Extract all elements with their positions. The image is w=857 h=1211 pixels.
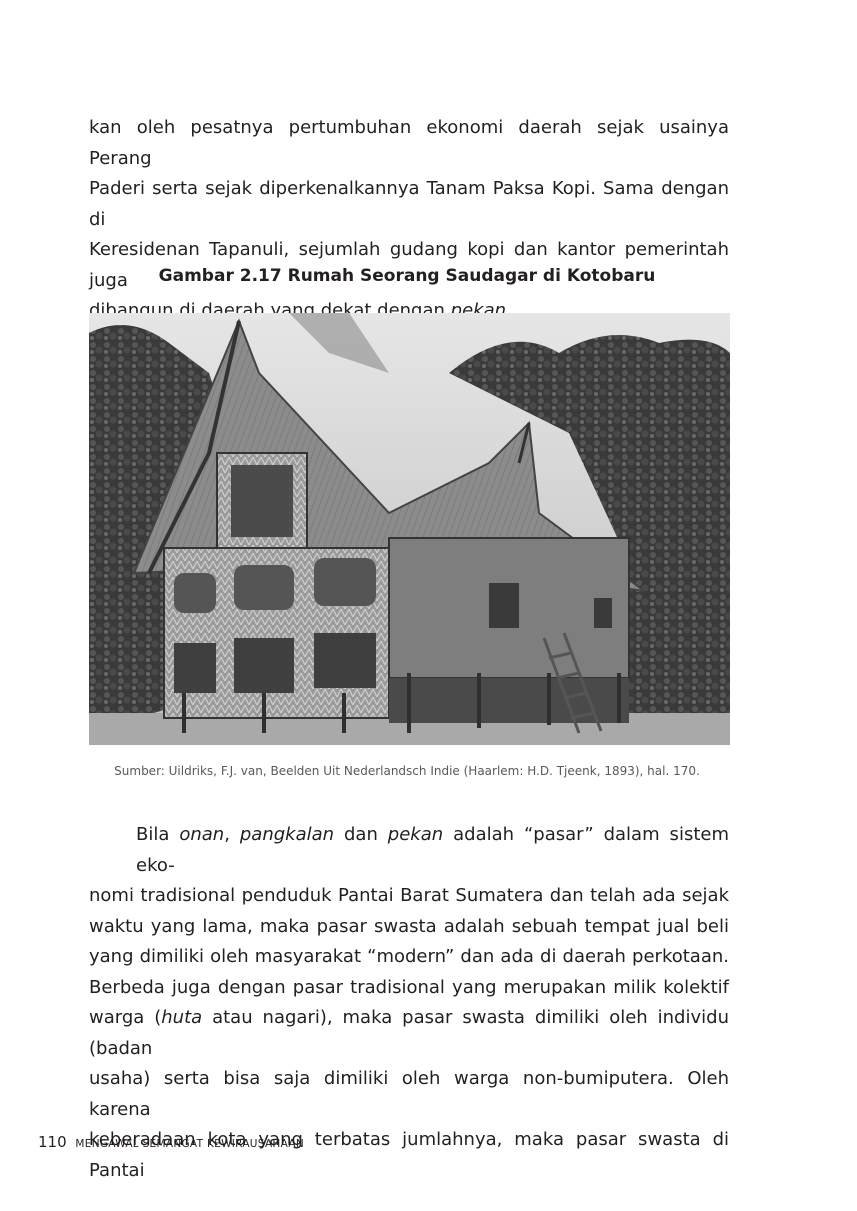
text-line: kan oleh pesatnya pertumbuhan ekonomi da… [89,117,729,169]
historical-photo-rumah-gadang [89,313,730,745]
italic-term: onan [179,824,225,845]
text-line: Paderi serta sejak diperkenalkannya Tana… [89,178,729,230]
text-line: waktu yang lama, maka pasar swasta adala… [89,915,729,937]
paragraph-pasar: Bila onan, pangkalan dan pekan adalah “p… [89,820,729,1186]
text-line: Bila onan, pangkalan dan pekan adalah “p… [136,824,729,876]
page-footer: 110 MENGAWAL SEMANGAT KEWIRAUSAHAAN [38,1133,304,1151]
italic-term: pekan [387,824,444,845]
figure-caption: Gambar 2.17 Rumah Seorang Saudagar di Ko… [158,266,656,286]
page-number: 110 [38,1133,67,1151]
paragraph-intro: kan oleh pesatnya pertumbuhan ekonomi da… [89,113,729,327]
text-line: warga (huta atau nagari), maka pasar swa… [89,1007,729,1059]
text-line: nomi tradisional penduduk Pantai Barat S… [89,885,729,906]
figure-source: Sumber: Uildriks, F.J. van, Beelden Uit … [114,764,700,778]
text-line: Berbeda juga dengan pasar tradisional ya… [89,976,729,998]
running-title: MENGAWAL SEMANGAT KEWIRAUSAHAAN [75,1138,305,1150]
italic-term: huta [161,1007,203,1028]
italic-term: pangkalan [239,824,335,845]
text-line: usaha) serta bisa saja dimiliki oleh war… [89,1068,729,1120]
text-line: yang dimiliki oleh masyarakat “modern” d… [89,946,729,967]
